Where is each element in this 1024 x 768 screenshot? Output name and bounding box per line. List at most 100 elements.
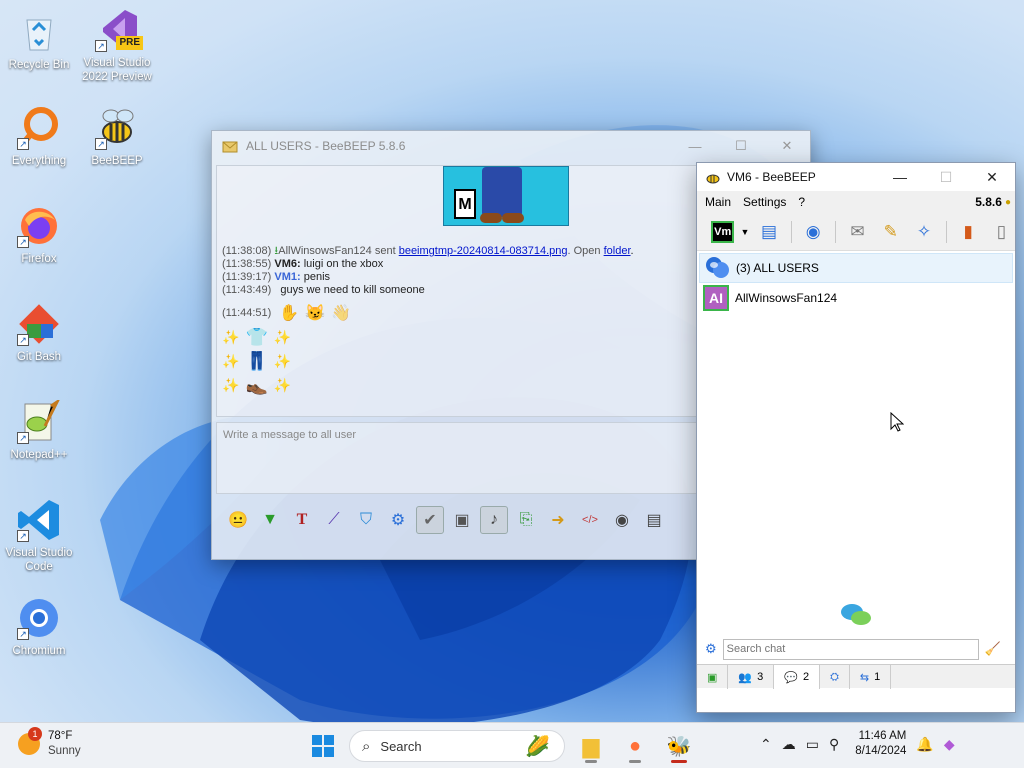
copilot-icon[interactable]: ◆ bbox=[944, 736, 955, 753]
cloud-offline-icon[interactable]: ☁ bbox=[782, 736, 796, 753]
write-message-button[interactable]: ✎ bbox=[877, 218, 904, 246]
tab-groups[interactable]: 👥 3 bbox=[728, 665, 775, 689]
network-button[interactable]: ◉ bbox=[800, 218, 827, 246]
system-tray: ⌃ ☁ ▭ ⚲ 11:46 AM 8/14/2024 🔔 ◆ bbox=[760, 729, 955, 759]
tab-users[interactable]: ▣ bbox=[697, 665, 729, 689]
tab-chats[interactable]: 💬 2 bbox=[774, 665, 821, 689]
edit-profile-button[interactable]: ▤ bbox=[755, 218, 782, 246]
menu-help[interactable]: ? bbox=[798, 195, 805, 209]
network-icon[interactable]: ⚲ bbox=[829, 736, 839, 753]
minimize-button[interactable]: — bbox=[672, 131, 718, 161]
preview-badge: PRE bbox=[116, 36, 143, 50]
clear-button[interactable]: ▤ bbox=[640, 506, 668, 534]
desktop-icon-git-bash[interactable]: ↗ Git Bash bbox=[0, 302, 78, 364]
desktop-icon-visual-studio-2022[interactable]: PRE ↗ Visual Studio 2022 Preview bbox=[78, 8, 156, 84]
trash-icon: ▯ bbox=[996, 221, 1007, 241]
desktop-icon-recycle-bin[interactable]: Recycle Bin bbox=[0, 10, 78, 72]
bell-icon[interactable]: 🔔 bbox=[916, 736, 933, 753]
filter-button[interactable]: ⛉ bbox=[352, 506, 380, 534]
inbox-icon: ✉ bbox=[850, 221, 865, 241]
profile-card-icon: ▤ bbox=[760, 221, 778, 241]
message-input[interactable]: Write a message to all user bbox=[216, 422, 698, 494]
beebeep-taskbar-button[interactable]: 🐝 bbox=[661, 728, 697, 764]
display-icon[interactable]: ▭ bbox=[806, 736, 819, 753]
beebeep-main-window[interactable]: VM6 - BeeBEEP — ☐ ✕ Main Settings ? 5.8.… bbox=[696, 162, 1016, 713]
html-button[interactable]: </> bbox=[576, 506, 604, 534]
search-icon: ⌕ bbox=[362, 737, 371, 755]
spell-check-button[interactable]: ✔ bbox=[416, 506, 444, 534]
menu-main[interactable]: Main bbox=[705, 195, 731, 209]
shoe-icon: 👞 bbox=[245, 374, 268, 395]
desktop-icon-chromium[interactable]: ↗ Chromium bbox=[0, 596, 78, 658]
chat-messages: (11:38:08) ⭳AllWinsowsFan124 sent beeimg… bbox=[222, 245, 634, 397]
user-list: (3) ALL USERS AI AllWinsowsFan124 bbox=[699, 253, 1013, 633]
title-bar[interactable]: ALL USERS - BeeBEEP 5.8.6 — ☐ ✕ bbox=[212, 131, 810, 161]
desktop-icon-notepad-plus-plus[interactable]: ↗ Notepad++ bbox=[0, 397, 78, 462]
code-icon: </> bbox=[582, 514, 598, 526]
image-file-link[interactable]: beeimgtmp-20240814-083714.png bbox=[399, 245, 568, 257]
shortcut-arrow-icon: ↗ bbox=[17, 432, 29, 444]
file-sharing-button[interactable]: ▮ bbox=[955, 218, 982, 246]
desktop-icon-vscode[interactable]: ↗ Visual Studio Code bbox=[0, 498, 78, 574]
bee-icon: 🐝 bbox=[666, 735, 692, 758]
tab-files[interactable]: ⇆ 1 bbox=[850, 665, 892, 689]
emoticon-menu-button[interactable]: ▼ bbox=[256, 506, 284, 534]
desktop-icon-beebeep[interactable]: ↗ BeeBEEP bbox=[78, 106, 156, 168]
maximize-button[interactable]: ☐ bbox=[718, 131, 764, 161]
chevron-down-icon[interactable]: ▼ bbox=[740, 227, 749, 237]
close-button[interactable]: ✕ bbox=[969, 163, 1015, 191]
user-list-item-all-users[interactable]: (3) ALL USERS bbox=[699, 253, 1013, 283]
send-folder-button[interactable]: ➜ bbox=[544, 506, 572, 534]
filter-icon: ⛉ bbox=[359, 511, 372, 528]
font-color-button[interactable]: ⟋ bbox=[320, 506, 348, 534]
emoji-outfit-row: ✨ 👞 ✨ bbox=[222, 373, 634, 397]
firefox-taskbar-button[interactable]: ● bbox=[617, 728, 653, 764]
clear-search-icon[interactable]: 🧹 bbox=[985, 641, 1001, 657]
taskbar-search-box[interactable]: ⌕ Search 🌽 bbox=[349, 730, 565, 762]
record-button[interactable]: ◉ bbox=[608, 506, 636, 534]
sun-icon: 1 bbox=[18, 727, 42, 755]
file-explorer-button[interactable]: ▆ bbox=[573, 728, 609, 764]
settings-button[interactable]: ⚙ bbox=[384, 506, 412, 534]
minimize-button[interactable]: — bbox=[877, 163, 923, 191]
maximize-button[interactable]: ☐ bbox=[923, 163, 969, 191]
emoticon-button[interactable]: 😐 bbox=[224, 506, 252, 534]
close-button[interactable]: ✕ bbox=[764, 131, 810, 161]
message-box-button[interactable]: ✉ bbox=[844, 218, 871, 246]
menu-settings[interactable]: Settings bbox=[743, 195, 786, 209]
voice-button[interactable]: ♪ bbox=[480, 506, 508, 534]
sparkles-icon: ✨ bbox=[222, 352, 240, 369]
screenshot-button[interactable]: ▣ bbox=[448, 506, 476, 534]
tab-shared[interactable]: ⛭ bbox=[820, 665, 850, 689]
options-button[interactable]: ✧ bbox=[910, 218, 937, 246]
search-bar: ⚙ 🧹 bbox=[699, 637, 1013, 661]
send-file-button[interactable]: ⎘ bbox=[512, 506, 540, 534]
chat-message: (11:43:49) guys we need to kill someone bbox=[222, 284, 425, 296]
desktop-icon-firefox[interactable]: ↗ Firefox bbox=[0, 204, 78, 266]
user-list-item[interactable]: AI AllWinsowsFan124 bbox=[699, 283, 1013, 313]
title-bar[interactable]: VM6 - BeeBEEP — ☐ ✕ bbox=[697, 163, 1015, 191]
chat-icon: 💬 bbox=[784, 671, 798, 684]
chat-history[interactable]: M (11:38:08) ⭳AllWinsowsFan124 sent beei… bbox=[216, 165, 698, 417]
wave-emoji-icon: 👋 bbox=[331, 304, 352, 322]
windows-logo-icon bbox=[312, 735, 334, 757]
open-folder-link[interactable]: folder bbox=[604, 245, 631, 257]
menu-bar: Main Settings ? 5.8.6 ● bbox=[697, 191, 1015, 213]
desktop-icon-everything[interactable]: ↗ Everything bbox=[0, 106, 78, 168]
users-view-icon: ▣ bbox=[707, 671, 718, 684]
clock[interactable]: 11:46 AM 8/14/2024 bbox=[855, 729, 906, 759]
shortcut-arrow-icon: ↗ bbox=[95, 138, 107, 150]
user-status-avatar[interactable]: Vm bbox=[711, 220, 735, 243]
weather-widget[interactable]: 1 78°F Sunny bbox=[18, 727, 81, 759]
trash-button[interactable]: ▯ bbox=[988, 218, 1015, 246]
chevron-up-icon[interactable]: ⌃ bbox=[760, 736, 772, 753]
user-list-label: (3) ALL USERS bbox=[736, 261, 819, 275]
shared-image[interactable]: M bbox=[443, 166, 569, 226]
search-settings-icon[interactable]: ⚙ bbox=[705, 641, 717, 657]
chat-format-toolbar: 😐 ▼ T ⟋ ⛉ ⚙ ✔ ▣ ♪ ⎘ ➜ </> ◉ ▤ bbox=[216, 503, 698, 537]
font-button[interactable]: T bbox=[288, 506, 316, 534]
search-chat-input[interactable] bbox=[722, 638, 979, 660]
start-button[interactable] bbox=[305, 728, 341, 764]
mario-figure bbox=[482, 167, 522, 217]
desktop-icon-label: BeeBEEP bbox=[91, 155, 143, 167]
